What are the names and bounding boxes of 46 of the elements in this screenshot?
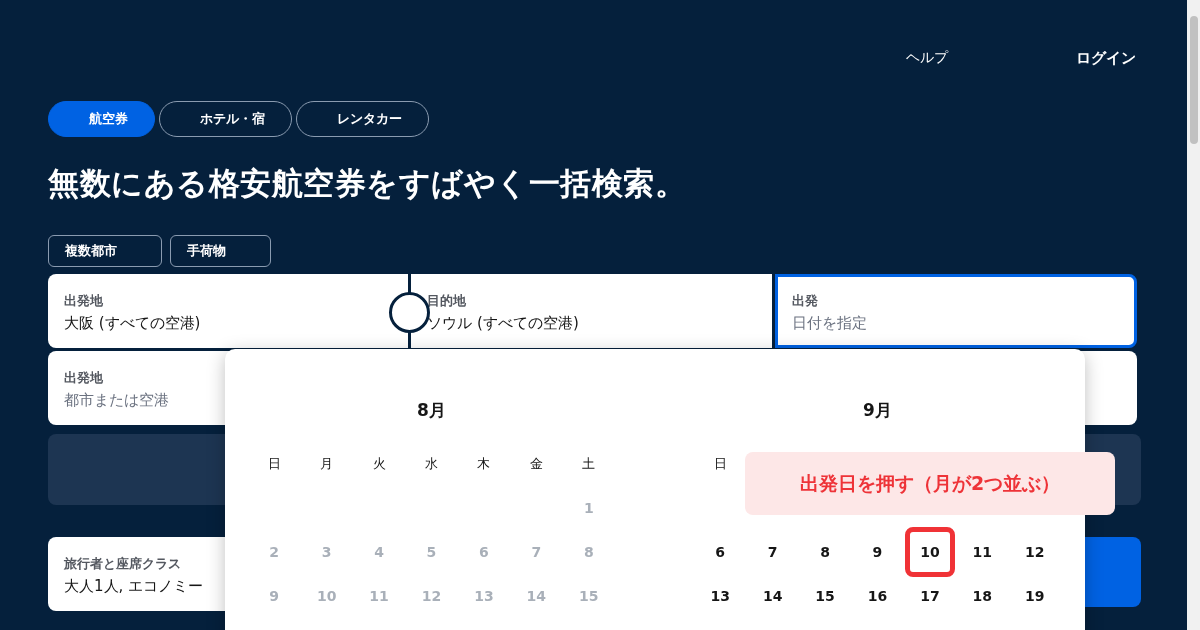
field-label: 目的地 xyxy=(427,292,467,310)
option-chip[interactable]: 手荷物 xyxy=(170,235,271,267)
field-placeholder: 日付を指定 xyxy=(791,314,867,333)
search-field[interactable]: 目的地 ソウル (すべての空港) xyxy=(411,274,772,348)
weekday-label: 日 xyxy=(267,455,281,473)
category-tab[interactable]: 航空券 xyxy=(48,101,155,137)
calendar-day[interactable]: 13 xyxy=(710,588,730,604)
calendar-day[interactable]: 6 xyxy=(715,544,726,560)
calendar-day[interactable]: 7 xyxy=(767,544,778,560)
month-title: 8月 xyxy=(416,399,447,422)
weekday-label: 月 xyxy=(320,455,334,473)
headline: 無数にある格安航空券をすばやく一括検索。 xyxy=(48,164,687,203)
scrollbar-thumb[interactable] xyxy=(1189,16,1198,144)
weekday-label: 木 xyxy=(477,455,491,473)
weekday-label: 土 xyxy=(582,455,596,473)
weekday-label: 日 xyxy=(713,455,727,473)
calendar-day[interactable]: 16 xyxy=(867,588,888,604)
field-value: ソウル (すべての空港) xyxy=(427,314,579,333)
weekday-label: 金 xyxy=(529,455,543,473)
field-label: 出発 xyxy=(791,292,818,310)
search-field[interactable]: 出発 日付を指定 xyxy=(774,274,1137,348)
login-link[interactable]: ログイン xyxy=(1076,48,1136,68)
scrollbar[interactable] xyxy=(1187,0,1200,630)
calendar-day[interactable]: 12 xyxy=(1025,544,1045,560)
field-label: 旅行者と座席クラス xyxy=(64,555,181,573)
calendar-day[interactable]: 18 xyxy=(972,588,993,604)
annotation-callout: 出発日を押す（月が2つ並ぶ） xyxy=(745,452,1115,515)
option-chip[interactable]: 複数都市 xyxy=(48,235,162,267)
help-link[interactable]: ヘルプ xyxy=(906,49,948,67)
field-placeholder: 都市または空港 xyxy=(64,391,169,410)
calendar-day[interactable]: 19 xyxy=(1025,588,1045,604)
calendar-day[interactable]: 17 xyxy=(920,588,940,604)
weekday-label: 水 xyxy=(425,455,438,473)
weekday-label: 火 xyxy=(372,455,386,473)
field-value: 大人1人, エコノミー xyxy=(64,577,204,596)
calendar-day[interactable]: 14 xyxy=(762,588,783,604)
field-label: 出発地 xyxy=(64,292,103,310)
month-title: 9月 xyxy=(862,399,893,422)
search-field[interactable]: 出発地 大阪 (すべての空港) xyxy=(48,274,409,348)
calendar-day[interactable]: 9 xyxy=(872,544,883,560)
calendar-day[interactable]: 8 xyxy=(820,544,830,560)
highlighted-day[interactable]: 10 xyxy=(905,527,955,577)
field-value: 大阪 (すべての空港) xyxy=(64,314,201,333)
calendar-day[interactable]: 11 xyxy=(972,544,993,560)
field-label: 出発地 xyxy=(64,369,103,387)
calendar-day[interactable]: 15 xyxy=(815,588,835,604)
